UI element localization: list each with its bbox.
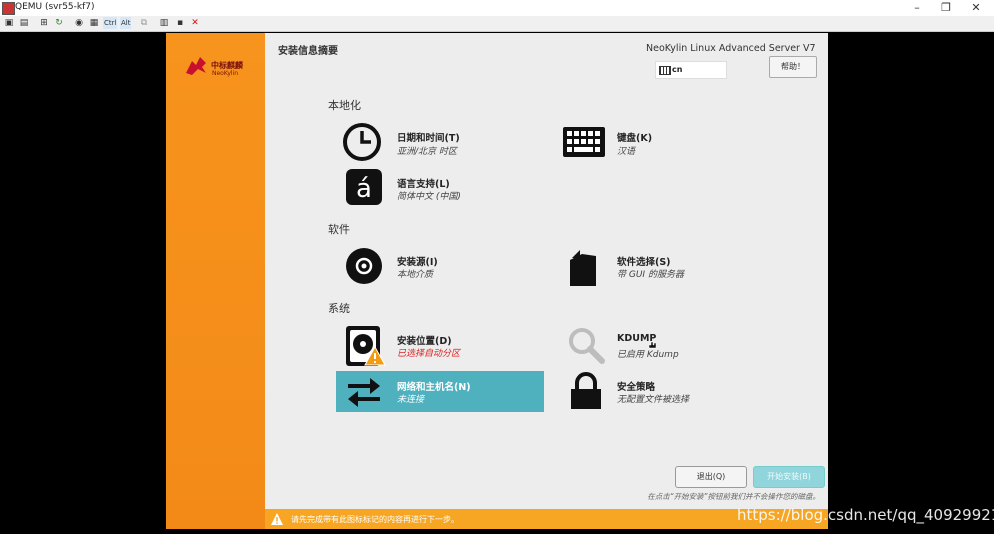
minimize-button[interactable]: – [902, 0, 932, 16]
language-icon: á [346, 169, 382, 205]
spoke-datetime[interactable]: 日期和时间(T) 亚洲/北京 时区 [342, 122, 532, 164]
destination-status: 已选择自动分区 [397, 349, 461, 359]
kylin-logo-icon [186, 57, 206, 75]
save-icon[interactable]: ▪ [174, 17, 186, 29]
screenshot-icon[interactable]: ▣ [3, 17, 15, 29]
disc-icon [346, 248, 382, 284]
security-title: 安全策略 [617, 382, 656, 393]
network-title: 网络和主机名(N) [397, 382, 471, 393]
spoke-install-source[interactable]: 安装源(I) 本地介质 [342, 246, 532, 288]
section-localization: 本地化 [328, 99, 361, 112]
spoke-network-hostname[interactable]: 网络和主机名(N) 未连接 [336, 371, 544, 412]
software-title: 软件选择(S) [617, 257, 671, 268]
security-status: 无配置文件被选择 [617, 395, 690, 405]
logo-text-en: NeoKylin [212, 70, 239, 77]
clock-icon [343, 123, 381, 161]
file-icon[interactable]: ▤ [18, 17, 30, 29]
keyboard-icon [563, 127, 605, 157]
harddisk-warning-icon [346, 326, 386, 366]
spoke-security-policy[interactable]: 安全策略 无配置文件被选择 [562, 371, 752, 413]
section-system: 系统 [328, 302, 350, 315]
keyboard-title: 键盘(K) [617, 133, 653, 144]
product-name: NeoKylin Linux Advanced Server V7 [646, 43, 816, 54]
mouse-cursor-icon [648, 341, 657, 349]
keyboard-status: 汉语 [617, 147, 636, 157]
close-window-button[interactable]: ✕ [961, 0, 991, 16]
datetime-title: 日期和时间(T) [397, 133, 460, 144]
keyboard-small-icon [659, 66, 671, 75]
source-status: 本地介质 [397, 270, 434, 280]
svg-text:á: á [356, 174, 372, 204]
qemu-toolbar: ▣ ▤ ⊞ ↻ ◉ ▦ Ctrl Alt ⧉ ▥ ▪ ✕ [0, 16, 994, 32]
spoke-kdump[interactable]: KDUMP 已启用 Kdump [562, 325, 752, 367]
installer-sidebar: 中标麒麟 NeoKylin [166, 33, 265, 529]
alt-key-button[interactable]: Alt [120, 17, 132, 29]
datetime-status: 亚洲/北京 时区 [397, 147, 457, 157]
page-title: 安装信息摘要 [278, 46, 338, 57]
warning-text: 请先完成带有此图标标记的内容再进行下一步。 [291, 515, 459, 524]
source-title: 安装源(I) [397, 257, 438, 268]
keyboard-icon[interactable]: ▦ [88, 17, 100, 29]
software-status: 带 GUI 的服务器 [617, 270, 684, 280]
package-icon [570, 250, 596, 286]
destination-title: 安装位置(D) [397, 336, 452, 347]
disk-notice: 在点击“开始安装”按钮前我们并不会操作您的磁盘。 [647, 492, 820, 501]
keyboard-layout-indicator[interactable]: cn [655, 61, 727, 79]
refresh-icon[interactable]: ↻ [53, 17, 65, 29]
spoke-install-destination[interactable]: 安装位置(D) 已选择自动分区 [342, 325, 532, 367]
spoke-keyboard[interactable]: 键盘(K) 汉语 [562, 122, 752, 164]
help-button[interactable]: 帮助！ [769, 56, 817, 78]
fullscreen-icon[interactable]: ⊞ [38, 17, 50, 29]
warning-icon [271, 513, 283, 525]
begin-installation-button[interactable]: 开始安装(B) [753, 466, 825, 488]
section-software: 软件 [328, 223, 350, 236]
restore-button[interactable]: ❐ [931, 0, 961, 16]
language-title: 语言支持(L) [397, 179, 450, 190]
view-icon[interactable]: ◉ [73, 17, 85, 29]
spoke-language[interactable]: á 语言支持(L) 简体中文 (中国) [342, 167, 532, 209]
network-status: 未连接 [397, 395, 425, 405]
keyboard-layout-code: cn [672, 65, 683, 74]
qemu-app-icon [2, 2, 15, 15]
paste-icon[interactable]: ▥ [158, 17, 170, 29]
window-title: QEMU (svr55-kf7) [15, 2, 95, 12]
spoke-software-selection[interactable]: 软件选择(S) 带 GUI 的服务器 [562, 246, 752, 288]
watermark: https://blog.csdn.net/qq_40929921 [737, 506, 994, 524]
close-icon[interactable]: ✕ [189, 17, 201, 29]
lock-icon [571, 372, 601, 409]
window-titlebar: QEMU (svr55-kf7) – ❐ ✕ [0, 0, 994, 16]
copy-icon[interactable]: ⧉ [138, 17, 150, 29]
ctrl-key-button[interactable]: Ctrl [103, 17, 118, 29]
network-arrows-icon [348, 378, 380, 407]
search-icon [569, 328, 605, 364]
language-status: 简体中文 (中国) [397, 192, 461, 202]
quit-button[interactable]: 退出(Q) [675, 466, 747, 488]
